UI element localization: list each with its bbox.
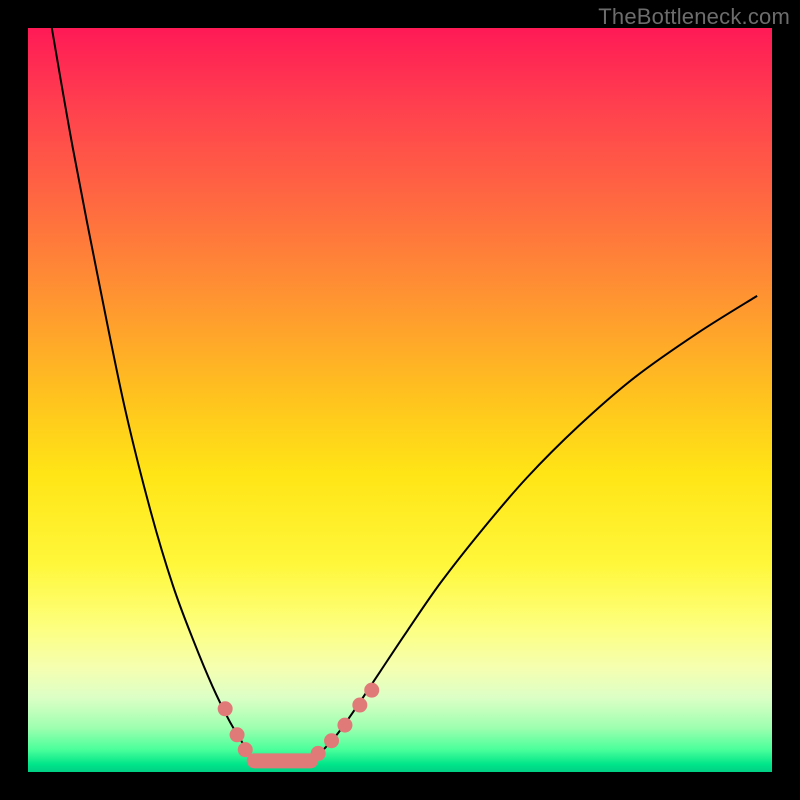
marker-group [218, 683, 380, 769]
marker-left-1 [230, 727, 245, 742]
marker-left-0 [218, 701, 233, 716]
marker-floor-pill [247, 753, 319, 768]
marker-right-4 [364, 683, 379, 698]
curve-left-branch [52, 28, 254, 760]
marker-right-2 [337, 718, 352, 733]
chart-frame [28, 28, 772, 772]
watermark-text: TheBottleneck.com [598, 4, 790, 30]
chart-svg [28, 28, 772, 772]
marker-right-3 [352, 698, 367, 713]
marker-right-1 [324, 733, 339, 748]
